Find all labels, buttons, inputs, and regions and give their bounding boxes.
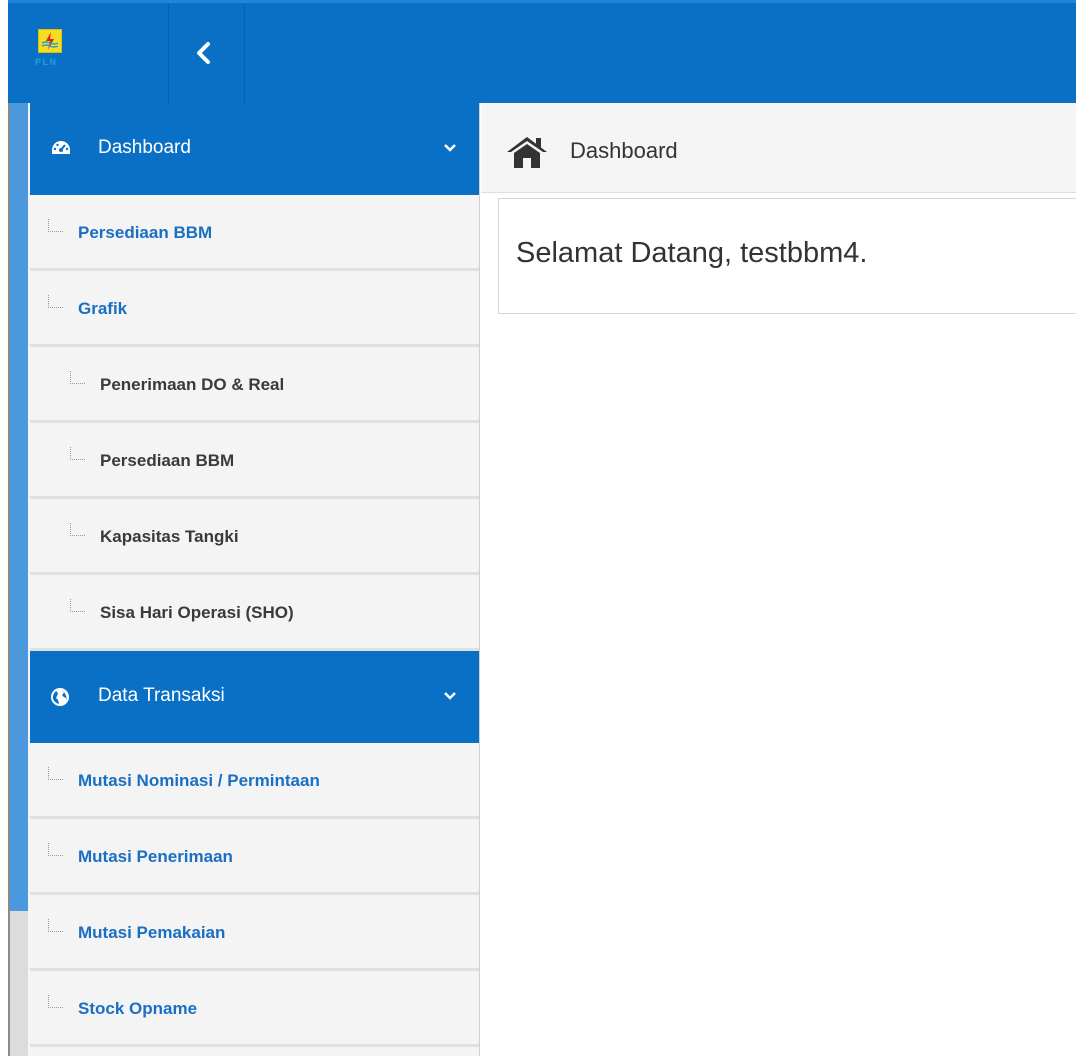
tree-connector	[48, 219, 63, 232]
sidebar-item-mutasi-nominasi[interactable]: Mutasi Nominasi / Permintaan	[30, 743, 479, 819]
sidebar-toggle-button[interactable]	[168, 3, 245, 103]
sidebar-item-label: Penerimaan DO & Real	[100, 375, 285, 394]
breadcrumb-label[interactable]: Dashboard	[570, 138, 678, 164]
pln-logo-icon	[38, 29, 62, 53]
sidebar-item-grafik-persediaan-bbm[interactable]: Persediaan BBM	[30, 423, 479, 499]
sidebar-item-label: Persediaan BBM	[78, 223, 213, 242]
tree-connector	[48, 919, 63, 932]
sidebar-item-label: Mutasi Pemakaian	[78, 923, 226, 942]
dashboard-gauge-icon	[52, 141, 70, 154]
tree-connector	[48, 295, 63, 308]
sidebar-item-label: Mutasi Nominasi / Permintaan	[78, 771, 320, 790]
tree-connector	[70, 447, 85, 460]
tree-connector	[70, 371, 85, 384]
sidebar-item-kapasitas-tangki[interactable]: Kapasitas Tangki	[30, 499, 479, 575]
sidebar-item-stock-opname[interactable]: Stock Opname	[30, 971, 479, 1047]
tree-connector	[70, 523, 85, 536]
sidebar-item-grafik[interactable]: Grafik	[30, 271, 479, 347]
sidebar-scroll-track[interactable]	[10, 911, 28, 1056]
section-data-transaksi[interactable]: Data Transaksi	[30, 651, 479, 743]
logo-area[interactable]: PLN	[8, 3, 169, 103]
sidebar-item-penerimaan-do-real[interactable]: Penerimaan DO & Real	[30, 347, 479, 423]
sidebar-menu: Dashboard Persediaan BBM Grafik Penerima…	[30, 103, 479, 1047]
chevron-down-icon	[444, 144, 456, 152]
sidebar-item-mutasi-penerimaan[interactable]: Mutasi Penerimaan	[30, 819, 479, 895]
main-content: Dashboard Selamat Datang, testbbm4.	[481, 103, 1076, 1056]
section-label: Data Transaksi	[98, 685, 225, 706]
sidebar-item-persediaan-bbm[interactable]: Persediaan BBM	[30, 195, 479, 271]
sidebar: Dashboard Persediaan BBM Grafik Penerima…	[10, 103, 480, 1056]
tree-connector	[48, 995, 63, 1008]
tree-connector	[48, 843, 63, 856]
sidebar-item-label: Sisa Hari Operasi (SHO)	[100, 603, 294, 622]
section-dashboard[interactable]: Dashboard	[30, 103, 479, 195]
tree-connector	[48, 767, 63, 780]
sidebar-item-label: Kapasitas Tangki	[100, 527, 239, 546]
sidebar-accent-strip	[10, 103, 28, 911]
welcome-panel: Selamat Datang, testbbm4.	[498, 198, 1076, 314]
welcome-message: Selamat Datang, testbbm4.	[516, 237, 868, 269]
chevron-down-icon	[444, 692, 456, 700]
sidebar-item-label: Persediaan BBM	[100, 451, 235, 470]
sidebar-item-label: Stock Opname	[78, 999, 198, 1018]
sidebar-item-mutasi-pemakaian[interactable]: Mutasi Pemakaian	[30, 895, 479, 971]
sidebar-item-label: Mutasi Penerimaan	[78, 847, 233, 866]
logo-text: PLN	[35, 57, 58, 67]
tree-connector	[70, 599, 85, 612]
breadcrumb: Dashboard	[481, 103, 1076, 193]
home-icon[interactable]	[505, 135, 549, 169]
sidebar-item-label: Grafik	[78, 299, 128, 318]
top-navbar: PLN	[8, 0, 1076, 103]
chevron-left-icon	[197, 42, 210, 64]
globe-icon	[51, 688, 69, 706]
section-label: Dashboard	[98, 137, 191, 158]
sidebar-item-sisa-hari-operasi[interactable]: Sisa Hari Operasi (SHO)	[30, 575, 479, 651]
